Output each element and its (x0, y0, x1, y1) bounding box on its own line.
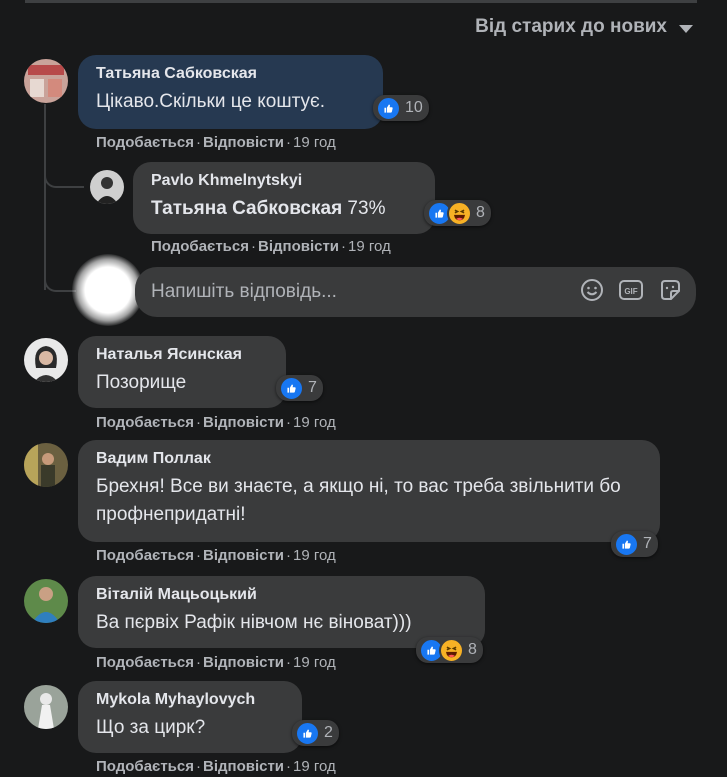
comment-bubble: Вадим Поллак Брехня! Все ви знаєте, а як… (78, 440, 660, 542)
like-icon (279, 375, 304, 401)
like-button[interactable]: Подобається (96, 414, 194, 431)
reaction-count[interactable]: 8 (424, 200, 491, 226)
reaction-count[interactable]: 2 (292, 720, 339, 746)
mention-link[interactable]: Татьяна Сабковская (151, 198, 342, 219)
comment-author[interactable]: Татьяна Сабковская (96, 65, 367, 83)
avatar[interactable] (24, 59, 68, 103)
reply-input[interactable] (149, 280, 580, 304)
timestamp[interactable]: 19 год (293, 414, 336, 431)
like-button[interactable]: Подобається (96, 134, 194, 151)
reply-input-box: GIF (135, 267, 696, 317)
reaction-count[interactable]: 7 (611, 531, 658, 557)
avatar[interactable] (24, 579, 68, 623)
comment-text: 73% (342, 198, 386, 219)
timestamp[interactable]: 19 год (293, 758, 336, 775)
comment-bubble: Татьяна Сабковская Цікаво.Скільки це кош… (78, 55, 383, 129)
like-button[interactable]: Подобається (96, 654, 194, 671)
sticker-icon[interactable] (658, 278, 682, 307)
avatar[interactable] (24, 685, 68, 729)
comment-actions: Подобається · Відповісти · 19 год (96, 134, 336, 151)
reaction-count[interactable]: 8 (416, 637, 483, 663)
reply-button[interactable]: Відповісти (203, 654, 284, 671)
comment-author[interactable]: Вадим Поллак (96, 450, 644, 468)
reply-button[interactable]: Відповісти (203, 547, 284, 564)
comment-actions: Подобається · Відповісти · 19 год (96, 654, 336, 671)
reply-button[interactable]: Відповісти (203, 758, 284, 775)
comment-author[interactable]: Pavlo Khmelnytskyi (151, 172, 419, 190)
gif-icon[interactable]: GIF (618, 278, 644, 307)
comment-author[interactable]: Mykola Myhaylovych (96, 691, 286, 709)
like-button[interactable]: Подобається (151, 238, 249, 255)
like-icon (295, 720, 320, 746)
timestamp[interactable]: 19 год (293, 654, 336, 671)
emoji-icon[interactable] (580, 278, 604, 307)
comment-actions: Подобається · Відповісти · 19 год (151, 238, 391, 255)
like-icon (614, 531, 639, 557)
comment-text: Ва пєрвіх Рафік нівчом нє віноват))) (96, 612, 412, 633)
comment-text: Позорище (96, 372, 187, 393)
haha-icon (447, 200, 472, 226)
reply-connector (44, 160, 84, 188)
reply-bubble: Pavlo Khmelnytskyi Татьяна Сабковская 73… (133, 162, 435, 234)
comment-actions: Подобається · Відповісти · 19 год (96, 414, 336, 431)
comment-text: Цікаво.Скільки це коштує. (96, 91, 325, 112)
comment-actions: Подобається · Відповісти · 19 год (96, 758, 336, 775)
timestamp[interactable]: 19 год (293, 134, 336, 151)
avatar[interactable] (24, 338, 68, 382)
reaction-count[interactable]: 7 (276, 375, 323, 401)
reply-button[interactable]: Відповісти (203, 134, 284, 151)
comment-author[interactable]: Віталій Мацьоцький (96, 586, 469, 604)
like-button[interactable]: Подобається (96, 758, 194, 775)
timestamp[interactable]: 19 год (293, 547, 336, 564)
sort-dropdown[interactable]: Від старих до нових (475, 16, 693, 38)
like-icon (376, 95, 401, 121)
comment-text: Брехня! Все ви знаєте, а якщо ні, то вас… (96, 476, 621, 525)
top-divider (25, 0, 697, 3)
avatar[interactable] (24, 443, 68, 487)
like-button[interactable]: Подобається (96, 547, 194, 564)
timestamp[interactable]: 19 год (348, 238, 391, 255)
sort-label: Від старих до нових (475, 16, 667, 37)
current-user-avatar (72, 254, 144, 326)
avatar[interactable] (90, 170, 124, 204)
reply-button[interactable]: Відповісти (203, 414, 284, 431)
reply-button[interactable]: Відповісти (258, 238, 339, 255)
comment-text: Що за цирк? (96, 717, 206, 738)
reaction-count[interactable]: 10 (373, 95, 429, 121)
comment-author[interactable]: Наталья Ясинская (96, 346, 270, 364)
caret-down-icon (679, 24, 693, 33)
comment-bubble: Наталья Ясинская Позорище (78, 336, 286, 408)
comment-bubble: Mykola Myhaylovych Що за цирк? (78, 681, 302, 753)
comment-actions: Подобається · Відповісти · 19 год (96, 547, 336, 564)
svg-text:GIF: GIF (624, 287, 637, 296)
haha-icon (439, 637, 464, 663)
